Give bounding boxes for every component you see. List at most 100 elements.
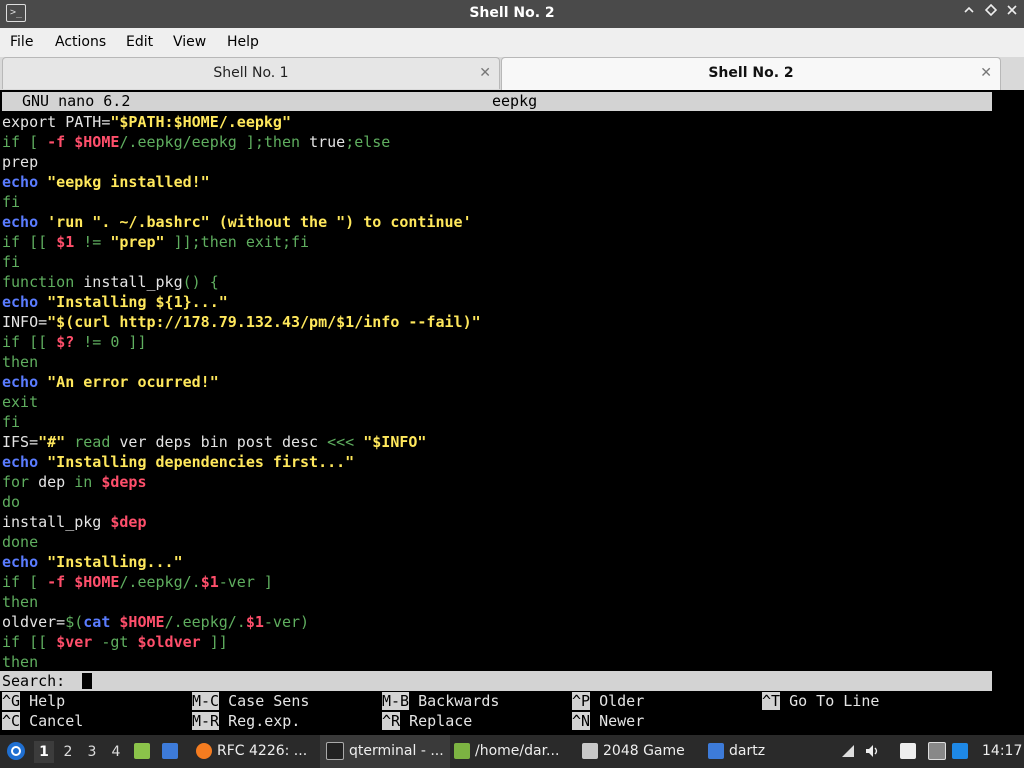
shortcut-older[interactable]: ^P Older — [572, 691, 644, 711]
menu-actions[interactable]: Actions — [55, 28, 106, 57]
menu-edit[interactable]: Edit — [126, 28, 153, 57]
game-window-icon — [582, 743, 598, 759]
code-token: echo — [2, 173, 39, 191]
task-label: qterminal - ... — [349, 743, 444, 759]
tray-clipboard[interactable] — [900, 735, 921, 768]
tray-volume[interactable] — [864, 735, 880, 768]
tab-shell-1[interactable]: Shell No. 1 ✕ — [2, 57, 500, 89]
code-token: "Installing..." — [47, 553, 183, 571]
display-icon — [928, 742, 946, 760]
code-token: install_pkg — [83, 273, 183, 291]
bluetooth-icon — [952, 743, 968, 759]
code-token: if [ — [2, 133, 48, 151]
workspace-2[interactable]: 2 — [58, 741, 78, 763]
maximize-button[interactable] — [982, 3, 1000, 22]
quicklaunch-desktop[interactable] — [162, 735, 183, 768]
code-token: do — [2, 493, 21, 511]
shortcut-case-sens[interactable]: M-C Case Sens — [192, 691, 309, 711]
code-line: echo "Installing ${1}..." — [2, 292, 992, 312]
code-token: $? — [56, 333, 75, 351]
code-token: echo — [2, 293, 39, 311]
start-menu-button[interactable] — [6, 735, 26, 768]
tab-bar: Shell No. 1 ✕ Shell No. 2 ✕ — [0, 57, 1024, 91]
code-line: do — [2, 492, 992, 512]
quicklaunch-file-manager[interactable] — [134, 735, 155, 768]
menu-view[interactable]: View — [173, 28, 206, 57]
code-token: fi — [2, 193, 21, 211]
shortcut-regexp[interactable]: M-R Reg.exp. — [192, 711, 300, 731]
code-line: echo "eepkg installed!" — [2, 172, 992, 192]
menu-bar: File Actions Edit View Help — [0, 28, 1024, 57]
code-token: install_pkg — [2, 513, 111, 531]
text-cursor — [82, 673, 92, 689]
menu-file[interactable]: File — [10, 28, 33, 57]
shortcut-replace[interactable]: ^R Replace — [382, 711, 472, 731]
workspace-4[interactable]: 4 — [106, 741, 126, 763]
task-dartz[interactable]: dartz — [708, 735, 798, 768]
code-token: $( — [65, 613, 84, 631]
code-line: if [ -f $HOME/.eepkg/.$1-ver ] — [2, 572, 992, 592]
code-token: true — [309, 133, 346, 151]
task-label: /home/dar... — [475, 743, 560, 759]
tray-display[interactable] — [928, 735, 951, 768]
tray-network[interactable] — [840, 735, 856, 768]
terminal-scrollbar[interactable] — [994, 90, 1024, 735]
code-token: exit — [2, 393, 39, 411]
tray-bluetooth[interactable] — [952, 735, 973, 768]
shortcut-help[interactable]: ^G Help — [2, 691, 65, 711]
shortcut-backwards[interactable]: M-B Backwards — [382, 691, 499, 711]
code-token: "$PATH:$HOME/.eepkg" — [110, 113, 291, 131]
task-2048-game[interactable]: 2048 Game — [582, 735, 700, 768]
workspace-1[interactable]: 1 — [34, 741, 54, 763]
code-token: function — [2, 273, 84, 291]
code-token: $oldver — [137, 633, 201, 651]
task-label: 2048 Game — [603, 743, 685, 759]
shortcut-newer[interactable]: ^N Newer — [572, 711, 644, 731]
window-titlebar: >_ Shell No. 2 — [0, 0, 1024, 28]
code-line: echo 'run ". ~/.bashrc" (without the ") … — [2, 212, 992, 232]
code-editor[interactable]: export PATH="$PATH:$HOME/.eepkg" if [ -f … — [2, 112, 992, 672]
code-token: then — [2, 593, 39, 611]
tab-shell-2[interactable]: Shell No. 2 ✕ — [501, 57, 1001, 91]
code-token: prep — [2, 153, 39, 171]
search-prompt[interactable]: Search: — [0, 671, 992, 691]
code-token: != 0 ]] — [74, 333, 147, 351]
chevron-up-icon — [964, 6, 974, 13]
menu-help[interactable]: Help — [227, 28, 259, 57]
network-icon — [842, 745, 854, 757]
shortcut-cancel[interactable]: ^C Cancel — [2, 711, 83, 731]
code-line: prep — [2, 152, 992, 172]
task-label: RFC 4226: ... — [217, 743, 308, 759]
shortcut-go-to-line[interactable]: ^T Go To Line — [762, 691, 879, 711]
tab-close-icon[interactable]: ✕ — [980, 58, 992, 89]
code-line: if [ -f $HOME/.eepkg/eepkg ];then true;e… — [2, 132, 992, 152]
code-token: != — [74, 233, 111, 251]
clock[interactable]: 14:17 — [982, 735, 1022, 768]
code-token: -f — [47, 133, 66, 151]
workspace-3[interactable]: 3 — [82, 741, 102, 763]
task-file-manager[interactable]: /home/dar... — [454, 735, 572, 768]
minimize-button[interactable] — [960, 4, 978, 22]
code-token: $dep — [110, 513, 147, 531]
terminal-area[interactable]: GNU nano 6.2 eepkg export PATH="$PATH:$H… — [0, 90, 1024, 735]
tab-close-icon[interactable]: ✕ — [479, 58, 491, 89]
tab-label: Shell No. 2 — [708, 65, 794, 81]
code-token: ;else — [345, 133, 391, 151]
task-firefox[interactable]: RFC 4226: ... — [196, 735, 314, 768]
close-icon — [1007, 5, 1017, 15]
task-qterminal[interactable]: qterminal - ... — [320, 735, 450, 768]
code-line: export PATH="$PATH:$HOME/.eepkg" — [2, 112, 992, 132]
code-token: 'run ". ~/.bashrc" (without the ") to co… — [47, 213, 472, 231]
code-line: echo "Installing..." — [2, 552, 992, 572]
code-token: echo — [2, 553, 39, 571]
close-button[interactable] — [1003, 4, 1021, 22]
search-label: Search: — [2, 672, 66, 690]
code-token: $1 — [200, 573, 219, 591]
file-manager-icon — [454, 743, 470, 759]
code-token: IFS= — [2, 433, 39, 451]
